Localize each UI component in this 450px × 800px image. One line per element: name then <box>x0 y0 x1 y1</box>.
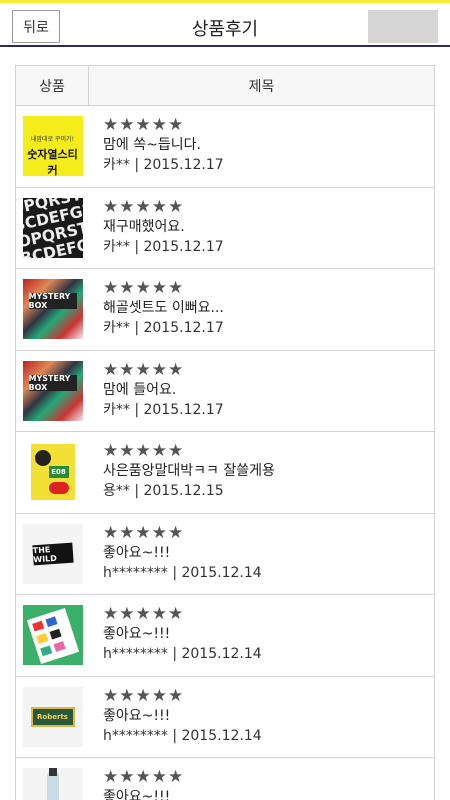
rating-stars: ★★★★★ <box>103 196 185 217</box>
rating-stars: ★★★★★ <box>103 441 185 461</box>
table-header: 상품 제목 <box>16 66 434 106</box>
product-thumbnail[interactable]: Roberts <box>22 686 83 747</box>
review-title[interactable]: 해골셋트도 이뻐요... <box>103 299 434 318</box>
review-title[interactable]: 맘에 들어요. <box>103 381 434 400</box>
review-meta: h******** | 2015.12.14 <box>103 727 262 744</box>
product-thumbnail[interactable] <box>22 605 83 666</box>
product-thumbnail[interactable]: NOPQRSTUV ABCDEFGHIJ NOPQRSTUV ABCDEFGHI… <box>22 197 83 258</box>
table-row[interactable]: MYSTERY BOX ★★★★★ 맘에 들어요. 카** | 2015.12.… <box>16 351 434 432</box>
thumbnail-label: THE WILD <box>31 542 74 566</box>
product-cell: MYSTERY BOX <box>16 269 89 350</box>
review-cell: ★★★★★ 좋아요~!!! h******** | 2015.12.14 <box>89 677 434 758</box>
column-header-title: 제목 <box>248 78 275 95</box>
rating-stars: ★★★★★ <box>103 685 185 706</box>
product-thumbnail[interactable]: MYSTERY BOX <box>22 279 83 340</box>
review-meta: 카** | 2015.12.17 <box>103 320 224 336</box>
product-thumbnail[interactable]: 내맘대로 꾸미기! 숫자열스티커 <box>22 116 83 177</box>
review-title[interactable]: 좋아요~!!! <box>103 544 434 563</box>
table-row[interactable]: THE WILD ★★★★★ 좋아요~!!! h******** | 2015.… <box>16 514 434 595</box>
review-cell: ★★★★★ 해골셋트도 이뻐요... 카** | 2015.12.17 <box>89 269 434 350</box>
review-title[interactable]: 사은품앙말대박ㅋㅋ 잘쓸게용 <box>103 462 434 481</box>
thumbnail-caption: 내맘대로 꾸미기! <box>31 136 74 144</box>
thumbnail-label: E08 <box>48 466 69 479</box>
review-meta: h******** | 2015.12.14 <box>103 646 262 662</box>
product-cell <box>16 758 89 800</box>
product-thumbnail[interactable]: THE WILD <box>22 523 83 584</box>
table-row[interactable]: E08 ★★★★★ 사은품앙말대박ㅋㅋ 잘쓸게용 용** | 2015.12.1… <box>16 432 434 514</box>
product-cell: MYSTERY BOX <box>16 351 89 432</box>
column-header-product: 상품 <box>16 66 89 105</box>
product-cell: 내맘대로 꾸미기! 숫자열스티커 <box>16 106 89 187</box>
review-meta: 카** | 2015.12.17 <box>103 157 224 173</box>
review-cell: ★★★★★ 좋아요~!!! <box>89 758 434 800</box>
table-row[interactable]: Roberts ★★★★★ 좋아요~!!! h******** | 2015.1… <box>16 677 434 758</box>
review-cell: ★★★★★ 좋아요~!!! h******** | 2015.12.14 <box>89 595 434 676</box>
review-cell: ★★★★★ 사은품앙말대박ㅋㅋ 잘쓸게용 용** | 2015.12.15 <box>89 432 434 513</box>
thumbnail-title: 숫자열스티커 <box>27 148 78 177</box>
review-cell: ★★★★★ 좋아요~!!! h******** | 2015.12.14 <box>89 514 434 595</box>
review-cell: ★★★★★ 맘에 들어요. 카** | 2015.12.17 <box>89 351 434 432</box>
review-title[interactable]: 좋아요~!!! <box>103 625 434 644</box>
product-cell: THE WILD <box>16 514 89 595</box>
letters-pattern: NOPQRSTUV ABCDEFGHIJ NOPQRSTUV ABCDEFGHI… <box>22 197 83 258</box>
rating-stars: ★★★★★ <box>103 604 185 624</box>
review-cell: ★★★★★ 맘에 쏙~듭니다. 카** | 2015.12.17 <box>89 106 434 187</box>
product-thumbnail[interactable]: MYSTERY BOX <box>22 360 83 421</box>
product-cell <box>16 595 89 676</box>
product-cell: NOPQRSTUV ABCDEFGHIJ NOPQRSTUV ABCDEFGHI… <box>16 188 89 269</box>
review-meta: 카** | 2015.12.17 <box>103 238 224 255</box>
rating-stars: ★★★★★ <box>103 522 185 543</box>
review-meta: 카** | 2015.12.17 <box>103 401 224 418</box>
table-row[interactable]: NOPQRSTUV ABCDEFGHIJ NOPQRSTUV ABCDEFGHI… <box>16 188 434 269</box>
review-title[interactable]: 맘에 쏙~듭니다. <box>103 136 434 155</box>
product-cell: Roberts <box>16 677 89 758</box>
rating-stars: ★★★★★ <box>103 278 185 298</box>
rating-stars: ★★★★★ <box>103 767 185 787</box>
table-row[interactable]: ★★★★★ 좋아요~!!! <box>16 758 434 800</box>
rating-stars: ★★★★★ <box>103 359 185 380</box>
product-cell: E08 <box>16 432 89 513</box>
rating-stars: ★★★★★ <box>103 115 185 135</box>
review-cell: ★★★★★ 재구매했어요. 카** | 2015.12.17 <box>89 188 434 269</box>
table-row[interactable]: 내맘대로 꾸미기! 숫자열스티커 ★★★★★ 맘에 쏙~듭니다. 카** | 2… <box>16 106 434 188</box>
review-title[interactable]: 재구매했어요. <box>103 218 434 237</box>
review-meta: 용** | 2015.12.15 <box>103 483 224 499</box>
review-title[interactable]: 좋아요~!!! <box>103 707 434 726</box>
review-meta: h******** | 2015.12.14 <box>103 564 262 581</box>
product-thumbnail[interactable]: E08 <box>22 442 83 503</box>
table-row[interactable]: ★★★★★ 좋아요~!!! h******** | 2015.12.14 <box>16 595 434 677</box>
review-title[interactable]: 좋아요~!!! <box>103 788 434 800</box>
product-thumbnail[interactable] <box>22 768 83 800</box>
header-right-placeholder <box>368 10 438 43</box>
table-row[interactable]: MYSTERY BOX ★★★★★ 해골셋트도 이뻐요... 카** | 201… <box>16 269 434 351</box>
review-table: 상품 제목 내맘대로 꾸미기! 숫자열스티커 ★★★★★ 맘에 쏙~듭니다. 카… <box>15 65 435 800</box>
thumbnail-label: MYSTERY BOX <box>28 292 77 310</box>
header-bar: 뒤로 상품후기 <box>0 3 450 47</box>
thumbnail-label: Roberts <box>30 706 75 727</box>
thumbnail-label: MYSTERY BOX <box>28 374 77 392</box>
